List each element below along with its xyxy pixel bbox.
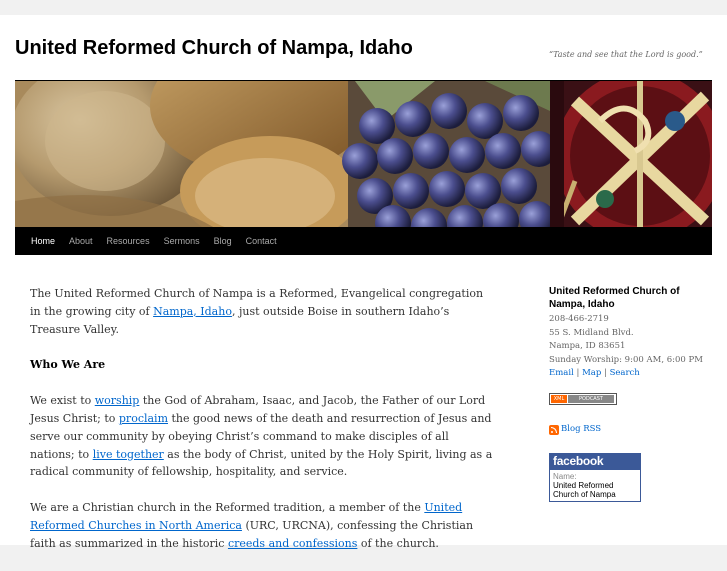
podcast-badge-label: PODCAST	[568, 394, 614, 403]
worship-link[interactable]: worship	[95, 394, 140, 407]
text: of the church.	[357, 536, 439, 550]
nav-label: About	[69, 236, 93, 246]
live-together-link[interactable]: live together	[93, 448, 164, 461]
text: We are a Christian church in the Reforme…	[30, 501, 425, 515]
facebook-badge-body: Name: United Reformed Church of Nampa	[550, 470, 640, 501]
nav-item-about[interactable]: About	[62, 227, 100, 255]
nav-item-sermons[interactable]: Sermons	[157, 227, 207, 255]
xml-badge-label: XML	[551, 394, 567, 403]
quick-links: Email | Map | Search	[549, 368, 640, 378]
nav-label: Resources	[106, 236, 150, 246]
facebook-logo: facebook	[550, 453, 640, 470]
address-line-2: Nampa, ID 83651	[549, 341, 626, 351]
worship-times: Sunday Worship: 9:00 AM, 6:00 PM	[549, 354, 703, 365]
nampa-idaho-link[interactable]: Nampa, Idaho	[153, 305, 232, 318]
nav-item-resources[interactable]: Resources	[100, 227, 157, 255]
nav-item-contact[interactable]: Contact	[239, 227, 284, 255]
grapes-image	[342, 81, 557, 228]
bread-image	[15, 81, 370, 228]
phone-number: 208-466-2719	[549, 314, 609, 324]
facebook-page-name: United Reformed Church of Nampa	[553, 481, 616, 499]
page-wrapper: United Reformed Church of Nampa, Idaho “…	[0, 15, 727, 550]
main-nav: Home About Resources Sermons Blog Contac…	[15, 227, 712, 255]
map-link[interactable]: Map	[582, 368, 601, 378]
text: We exist to	[30, 394, 95, 408]
nav-label: Blog	[213, 236, 232, 246]
rss-icon	[549, 424, 559, 435]
stained-glass-image	[550, 81, 712, 228]
nav-label: Contact	[245, 236, 277, 246]
site-title[interactable]: United Reformed Church of Nampa, Idaho	[15, 37, 413, 60]
nav-label: Sermons	[163, 236, 200, 246]
site-tagline: “Taste and see that the Lord is good.”	[549, 50, 703, 59]
email-link[interactable]: Email	[549, 368, 574, 378]
nav-label: Home	[31, 236, 56, 246]
address-line-1: 55 S. Midland Blvd.	[549, 327, 634, 338]
sidebar-org-name: United Reformed Church of Nampa, Idaho	[549, 286, 680, 310]
facebook-badge[interactable]: facebook Name: United Reformed Church of…	[549, 452, 641, 502]
mission-paragraph: We exist to worship the God of Abraham, …	[30, 392, 493, 481]
who-we-are-heading: Who We Are	[30, 358, 106, 372]
facebook-name-label: Name:	[553, 472, 577, 481]
search-link[interactable]: Search	[610, 368, 640, 378]
blog-rss-label: Blog RSS	[561, 424, 602, 434]
nav-item-blog[interactable]: Blog	[207, 227, 239, 255]
intro-paragraph: The United Reformed Church of Nampa is a…	[30, 285, 493, 338]
nav-item-home[interactable]: Home	[24, 227, 62, 255]
header-banner-image	[15, 80, 712, 228]
main-content: The United Reformed Church of Nampa is a…	[30, 285, 493, 571]
sidebar: United Reformed Church of Nampa, Idaho 2…	[549, 285, 709, 502]
proclaim-link[interactable]: proclaim	[119, 412, 168, 425]
blog-rss-link[interactable]: Blog RSS	[549, 423, 709, 437]
xml-podcast-badge[interactable]: XML PODCAST	[549, 392, 617, 405]
creeds-confessions-link[interactable]: creeds and confessions	[228, 537, 357, 550]
